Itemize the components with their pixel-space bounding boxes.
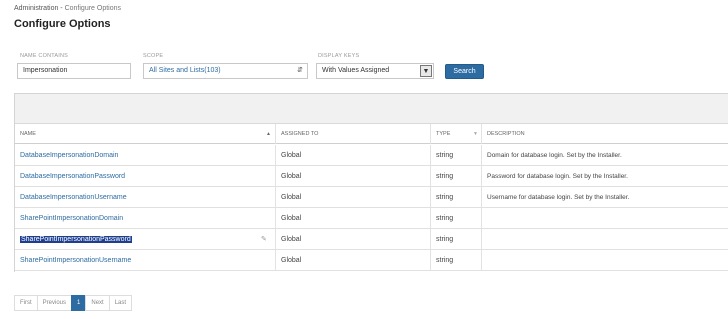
last-page-button[interactable]: Last xyxy=(108,295,133,311)
options-table: NAME ▲ ASSIGNED TO TYPE ▼ DESCRIPTION Da… xyxy=(14,93,728,272)
pencil-icon[interactable]: ✎ xyxy=(261,229,267,250)
previous-page-button[interactable]: Previous xyxy=(36,295,73,311)
first-page-button[interactable]: First xyxy=(14,295,38,311)
display-keys-value: With Values Assigned xyxy=(322,67,390,74)
type-cell: string xyxy=(430,229,481,250)
display-keys-select[interactable]: With Values Assigned ▼ xyxy=(316,63,434,79)
name-contains-input[interactable]: Impersonation xyxy=(17,63,131,79)
current-page-button[interactable]: 1 xyxy=(71,295,87,311)
option-name-link[interactable]: DatabaseImpersonationDomain xyxy=(15,145,273,166)
breadcrumb: Administration - Configure Options xyxy=(14,5,121,12)
breadcrumb-parent-link[interactable]: Administration xyxy=(14,5,58,12)
type-cell: string xyxy=(430,166,481,187)
column-header-description-label: DESCRIPTION xyxy=(487,131,525,137)
description-cell: Username for database login. Set by the … xyxy=(481,187,728,208)
description-cell xyxy=(481,208,728,229)
table-row-selected[interactable]: SharePointImpersonationPassword ✎ Global… xyxy=(15,229,728,250)
scope-value: All Sites and Lists(103) xyxy=(149,67,221,74)
assigned-to-cell: Global xyxy=(275,187,430,208)
breadcrumb-current: Configure Options xyxy=(64,5,122,12)
next-page-button[interactable]: Next xyxy=(85,295,110,311)
name-contains-value: Impersonation xyxy=(23,67,68,74)
display-keys-label: DISPLAY KEYS xyxy=(318,53,360,59)
column-header-type-label: TYPE xyxy=(436,131,451,137)
assigned-to-cell: Global xyxy=(275,166,430,187)
option-name-link[interactable]: SharePointImpersonationDomain xyxy=(15,208,273,229)
description-cell: Domain for database login. Set by the In… xyxy=(481,145,728,166)
search-button[interactable]: Search xyxy=(445,64,484,79)
table-row[interactable]: SharePointImpersonationDomain Global str… xyxy=(15,208,728,229)
column-header-assigned-to-label: ASSIGNED TO xyxy=(281,131,319,137)
assigned-to-cell: Global xyxy=(275,250,430,271)
table-row[interactable]: SharePointImpersonationUsername Global s… xyxy=(15,250,728,271)
option-name-link[interactable]: DatabaseImpersonationPassword xyxy=(15,166,273,187)
description-cell xyxy=(481,229,728,250)
table-header: NAME ▲ ASSIGNED TO TYPE ▼ DESCRIPTION xyxy=(15,124,728,144)
description-cell: Password for database login. Set by the … xyxy=(481,166,728,187)
scope-label: SCOPE xyxy=(143,53,164,59)
sort-down-icon[interactable]: ▼ xyxy=(473,124,478,144)
type-cell: string xyxy=(430,250,481,271)
table-row[interactable]: DatabaseImpersonationDomain Global strin… xyxy=(15,145,728,166)
option-name-link[interactable]: SharePointImpersonationUsername xyxy=(15,250,273,271)
page-title: Configure Options xyxy=(14,18,111,30)
dropdown-arrow-icon[interactable]: ▼ xyxy=(420,65,432,77)
type-cell: string xyxy=(430,145,481,166)
assigned-to-cell: Global xyxy=(275,145,430,166)
assigned-to-cell: Global xyxy=(275,208,430,229)
column-header-name[interactable]: NAME xyxy=(15,124,275,144)
option-name-cell-selected[interactable]: SharePointImpersonationPassword xyxy=(15,229,273,250)
type-cell: string xyxy=(430,208,481,229)
name-contains-label: NAME CONTAINS xyxy=(20,53,69,59)
assigned-to-cell: Global xyxy=(275,229,430,250)
table-row[interactable]: DatabaseImpersonationUsername Global str… xyxy=(15,187,728,208)
table-toolbar xyxy=(15,94,728,124)
column-header-assigned-to[interactable]: ASSIGNED TO xyxy=(275,124,430,144)
column-header-description[interactable]: DESCRIPTION xyxy=(481,124,728,144)
option-name-link[interactable]: SharePointImpersonationPassword xyxy=(20,236,132,243)
scope-select[interactable]: All Sites and Lists(103) ⇵ xyxy=(143,63,308,79)
type-cell: string xyxy=(430,187,481,208)
sort-up-icon[interactable]: ▲ xyxy=(266,124,271,144)
table-row[interactable]: DatabaseImpersonationPassword Global str… xyxy=(15,166,728,187)
pagination: First Previous 1 Next Last xyxy=(14,295,133,311)
select-arrows-icon: ⇵ xyxy=(297,67,303,74)
option-name-link[interactable]: DatabaseImpersonationUsername xyxy=(15,187,273,208)
column-header-name-label: NAME xyxy=(20,131,36,137)
description-cell xyxy=(481,250,728,271)
